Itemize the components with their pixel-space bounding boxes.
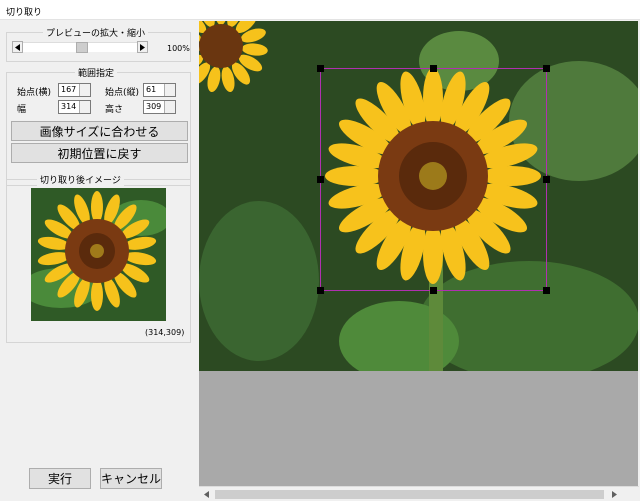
resize-handle-bottom-right[interactable]	[543, 287, 550, 294]
crop-selection[interactable]	[317, 65, 550, 294]
cancel-button[interactable]: キャンセル	[100, 468, 162, 489]
start-x-label: 始点(横)	[17, 88, 52, 98]
window-title: 切り取り	[6, 8, 43, 18]
right-arrow-icon	[140, 43, 145, 51]
fit-image-size-button[interactable]: 画像サイズに合わせる	[11, 121, 188, 141]
height-down-button[interactable]	[164, 107, 175, 113]
right-arrow-icon	[612, 490, 617, 498]
zoom-slider-track[interactable]	[23, 42, 137, 53]
resize-handle-right[interactable]	[543, 176, 550, 183]
zoom-slider-thumb[interactable]	[76, 42, 88, 53]
start-x-spinner[interactable]: 167	[58, 83, 91, 97]
width-label: 幅	[17, 105, 27, 115]
resize-handle-bottom[interactable]	[430, 287, 437, 294]
width-spinner[interactable]: 314	[58, 100, 91, 114]
zoom-increase-button[interactable]	[137, 41, 148, 53]
run-button[interactable]: 実行	[29, 468, 91, 489]
image-canvas[interactable]	[199, 21, 638, 491]
zoom-legend: プレビューの拡大・縮小	[43, 26, 149, 39]
resize-handle-bottom-left[interactable]	[317, 287, 324, 294]
left-panel: プレビューの拡大・縮小 100% 範囲指定 始点(横) 167 始点(縦) 61…	[0, 20, 197, 501]
left-arrow-icon	[15, 43, 20, 51]
preview-group: 切り取り後イメージ (314,309)	[6, 173, 191, 343]
left-arrow-icon	[204, 490, 209, 498]
resize-handle-top-right[interactable]	[543, 65, 550, 72]
resize-handle-top-left[interactable]	[317, 65, 324, 72]
preview-legend: 切り取り後イメージ	[37, 173, 124, 186]
start-y-spinner[interactable]: 61	[143, 83, 176, 97]
title-bar: 切り取り	[0, 0, 640, 20]
scroll-right-button[interactable]	[607, 487, 622, 501]
zoom-group: プレビューの拡大・縮小 100%	[6, 26, 191, 62]
range-group: 範囲指定 始点(横) 167 始点(縦) 61 幅 314 高さ 309 画像サ…	[6, 66, 191, 186]
resize-handle-left[interactable]	[317, 176, 324, 183]
start-y-down-button[interactable]	[164, 90, 175, 96]
cropped-preview-image	[31, 188, 166, 321]
resize-handle-top[interactable]	[430, 65, 437, 72]
zoom-decrease-button[interactable]	[12, 41, 23, 53]
height-spinner[interactable]: 309	[143, 100, 176, 114]
scroll-left-button[interactable]	[199, 487, 214, 501]
reset-position-button[interactable]: 初期位置に戻す	[11, 143, 188, 163]
scrollbar-thumb[interactable]	[215, 490, 604, 499]
preview-size-label: (314,309)	[145, 328, 185, 337]
start-x-down-button[interactable]	[79, 90, 90, 96]
height-label: 高さ	[105, 105, 124, 115]
start-y-label: 始点(縦)	[105, 88, 140, 98]
horizontal-scrollbar[interactable]	[199, 486, 639, 501]
zoom-value: 100%	[167, 44, 190, 53]
width-down-button[interactable]	[79, 107, 90, 113]
range-legend: 範囲指定	[75, 66, 118, 79]
